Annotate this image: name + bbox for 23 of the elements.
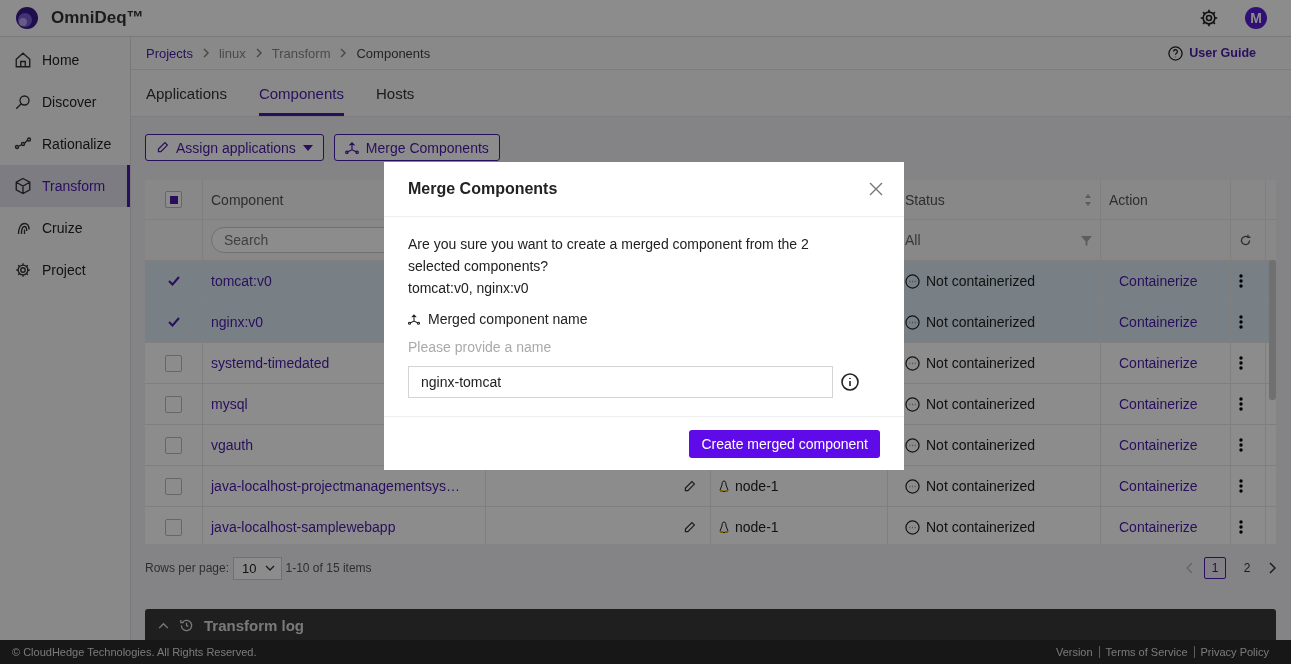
breadcrumb-item: Components — [356, 45, 431, 61]
selected-components: tomcat:v0, nginx:v0 — [408, 279, 530, 298]
rows-per-page-label: Rows per page: — [145, 561, 230, 575]
breadcrumb-item: linux — [218, 45, 246, 61]
column-header: Action — [1109, 191, 1148, 208]
status-text: Not containerized — [926, 396, 1035, 412]
app-name: OmniDeq™ — [51, 8, 144, 28]
column-header: Component — [211, 191, 284, 208]
status-text: Not containerized — [926, 478, 1035, 494]
dialog-title: Merge Components — [408, 180, 558, 198]
status-text: Not containerized — [926, 314, 1035, 330]
status-text: Not containerized — [926, 355, 1035, 371]
item-range: 1-10 of 15 items — [285, 561, 372, 575]
host-name: node-1 — [735, 478, 779, 494]
host-name: node-1 — [735, 519, 779, 535]
status-text: Not containerized — [926, 437, 1035, 453]
copyright-text: © CloudHedge Technologies. All Rights Reserved. — [12, 646, 257, 658]
status-text: Not containerized — [926, 519, 1035, 535]
column-header: Status — [905, 191, 945, 208]
breadcrumb-item: Transform — [271, 45, 331, 61]
field-hint: Please provide a name — [408, 339, 553, 355]
field-label: Merged component name — [428, 311, 588, 327]
status-text: Not containerized — [926, 273, 1035, 289]
